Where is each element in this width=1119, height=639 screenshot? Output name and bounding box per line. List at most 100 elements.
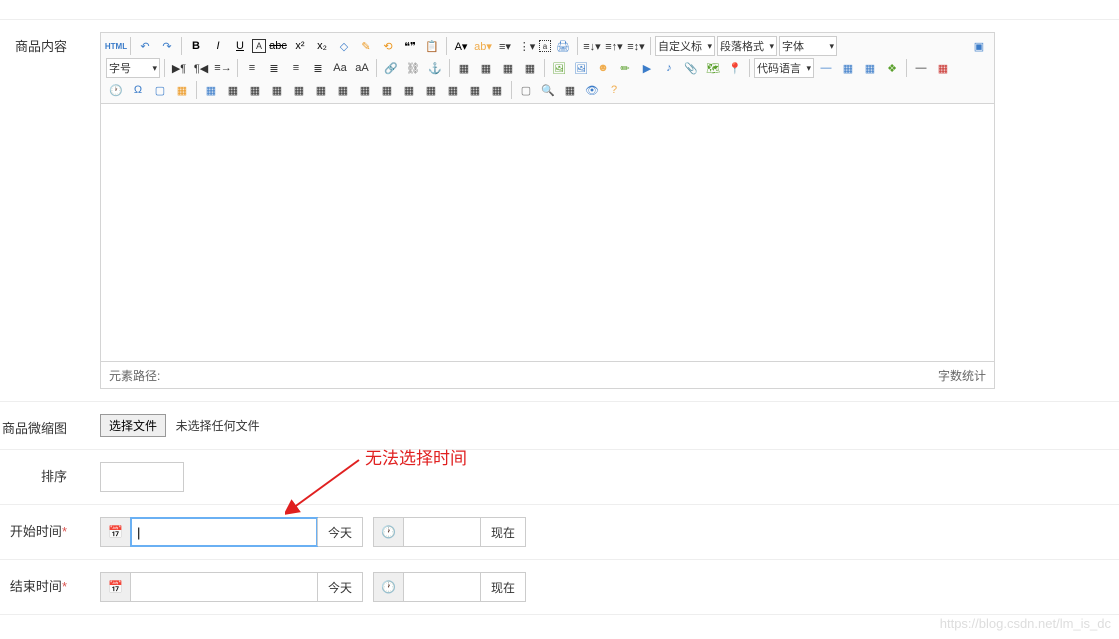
custom-style-select[interactable]: 自定义标 [655, 36, 715, 56]
code-lang-select[interactable]: 代码语言 [754, 58, 814, 78]
row-after-icon[interactable]: ▦ [267, 80, 287, 100]
rowspacing-bottom-icon[interactable]: ≡↑▾ [604, 36, 624, 56]
map-icon[interactable]: 🗺 [703, 58, 723, 78]
rowspacing-top-icon[interactable]: ≡↓▾ [582, 36, 602, 56]
fontsize-select[interactable]: 字号 [106, 58, 160, 78]
editor-body[interactable] [101, 104, 994, 362]
strike-icon[interactable]: abc [268, 36, 288, 56]
help-icon[interactable]: ? [604, 80, 624, 100]
undo-icon[interactable]: ↶ [135, 36, 155, 56]
today-button[interactable]: 今天 [317, 518, 362, 546]
scrawl-icon[interactable]: ✏ [615, 58, 635, 78]
backcolor-icon[interactable]: ab▾ [473, 36, 493, 56]
align-justify-icon[interactable]: ≣ [308, 58, 328, 78]
spechars-icon[interactable]: ❖ [882, 58, 902, 78]
tolowercase-icon[interactable]: aA [352, 58, 372, 78]
word-count[interactable]: 字数统计 [938, 367, 986, 384]
emoticon-icon[interactable]: ☻ [593, 58, 613, 78]
img-float-none-icon[interactable]: ▦ [454, 58, 474, 78]
calendar-icon[interactable]: 📅 [101, 573, 131, 601]
img-float-right-icon[interactable]: ▦ [498, 58, 518, 78]
anchor-icon[interactable]: ⚓ [425, 58, 445, 78]
print-icon[interactable]: 🖨 [553, 36, 573, 56]
split-rows-icon[interactable]: ▦ [465, 80, 485, 100]
autotypeset-icon[interactable]: ⟲ [378, 36, 398, 56]
touppercase-icon[interactable]: Aa [330, 58, 350, 78]
today-button[interactable]: 今天 [317, 573, 362, 601]
selectall-icon[interactable]: a [539, 40, 551, 52]
split-cols-icon[interactable]: ▦ [487, 80, 507, 100]
gmap-icon[interactable]: 📍 [725, 58, 745, 78]
paragraph-select[interactable]: 段落格式 [717, 36, 777, 56]
bold-icon[interactable]: B [186, 36, 206, 56]
background-icon[interactable]: ▦ [172, 80, 192, 100]
choose-file-button[interactable]: 选择文件 [100, 414, 166, 437]
clock-icon[interactable]: 🕐 [374, 518, 404, 546]
now-button[interactable]: 现在 [480, 518, 525, 546]
col-after-icon[interactable]: ▦ [333, 80, 353, 100]
align-left-icon[interactable]: ≡ [242, 58, 262, 78]
blockquote-icon[interactable]: ❝❞ [400, 36, 420, 56]
now-button[interactable]: 现在 [480, 573, 525, 601]
merge-cell-icon[interactable]: ▦ [377, 80, 397, 100]
forecolor-icon[interactable]: A▾ [451, 36, 471, 56]
end-time-input[interactable] [404, 573, 480, 601]
link-icon[interactable]: 🔗 [381, 58, 401, 78]
dir-rtl-icon[interactable]: ¶◀ [191, 58, 211, 78]
insert-time-icon[interactable]: 🕐 [106, 80, 126, 100]
superscript-icon[interactable]: x² [290, 36, 310, 56]
redo-icon[interactable]: ↷ [157, 36, 177, 56]
unordered-list-icon[interactable]: ⋮▾ [517, 36, 537, 56]
start-date-input[interactable] [131, 518, 317, 546]
clock-icon[interactable]: 🕐 [374, 573, 404, 601]
split-cell-icon[interactable]: ▦ [443, 80, 463, 100]
time-picker-icon[interactable]: ▦ [860, 58, 880, 78]
music-icon[interactable]: ♪ [659, 58, 679, 78]
search-replace-icon[interactable]: 🔍 [538, 80, 558, 100]
end-date-input[interactable] [131, 573, 317, 601]
img-float-left-icon[interactable]: ▦ [476, 58, 496, 78]
formatmatch-icon[interactable]: ✎ [356, 36, 376, 56]
pasteplain-icon[interactable]: 📋 [422, 36, 442, 56]
separator-icon[interactable]: — [911, 58, 931, 78]
wordimage-icon[interactable]: ▦ [933, 58, 953, 78]
subscript-icon[interactable]: x₂ [312, 36, 332, 56]
calendar-icon[interactable]: 📅 [101, 518, 131, 546]
merge-down-icon[interactable]: ▦ [421, 80, 441, 100]
chart-icon[interactable]: ▢ [516, 80, 536, 100]
html-source-icon[interactable]: HTML [106, 36, 126, 56]
sort-input[interactable] [100, 462, 184, 492]
video-icon[interactable]: ▶ [637, 58, 657, 78]
italic-icon[interactable]: I [208, 36, 228, 56]
unlink-icon[interactable]: ⛓ [403, 58, 423, 78]
indent-icon[interactable]: ≡→ [213, 58, 233, 78]
dir-ltr-icon[interactable]: ▶¶ [169, 58, 189, 78]
preview-icon[interactable]: 👁 [582, 80, 602, 100]
col-before-icon[interactable]: ▦ [311, 80, 331, 100]
fontfamily-select[interactable]: 字体 [779, 36, 837, 56]
align-center-icon[interactable]: ≣ [264, 58, 284, 78]
attachment-icon[interactable]: 📎 [681, 58, 701, 78]
special-char-icon[interactable]: Ω [128, 80, 148, 100]
row-del-icon[interactable]: ▦ [289, 80, 309, 100]
start-time-input[interactable] [404, 518, 480, 546]
merge-right-icon[interactable]: ▦ [399, 80, 419, 100]
lineheight-icon[interactable]: ≡↕▾ [626, 36, 646, 56]
col-del-icon[interactable]: ▦ [355, 80, 375, 100]
insert-image-icon[interactable]: 🖼 [549, 58, 569, 78]
fontborder-icon[interactable]: A [252, 39, 266, 53]
template-icon[interactable]: ▦ [560, 80, 580, 100]
row-before-icon[interactable]: ▦ [245, 80, 265, 100]
ordered-list-icon[interactable]: ≡▾ [495, 36, 515, 56]
underline-icon[interactable]: U [230, 36, 250, 56]
img-float-center-icon[interactable]: ▦ [520, 58, 540, 78]
multi-image-icon[interactable]: 🖼 [571, 58, 591, 78]
hr-icon[interactable]: — [816, 58, 836, 78]
fullscreen-icon[interactable]: ▣ [969, 36, 989, 56]
removeformat-icon[interactable]: ◇ [334, 36, 354, 56]
table-del-icon[interactable]: ▦ [223, 80, 243, 100]
snapscreen-icon[interactable]: ▢ [150, 80, 170, 100]
date-icon[interactable]: ▦ [838, 58, 858, 78]
table-icon[interactable]: ▦ [201, 80, 221, 100]
align-right-icon[interactable]: ≡ [286, 58, 306, 78]
